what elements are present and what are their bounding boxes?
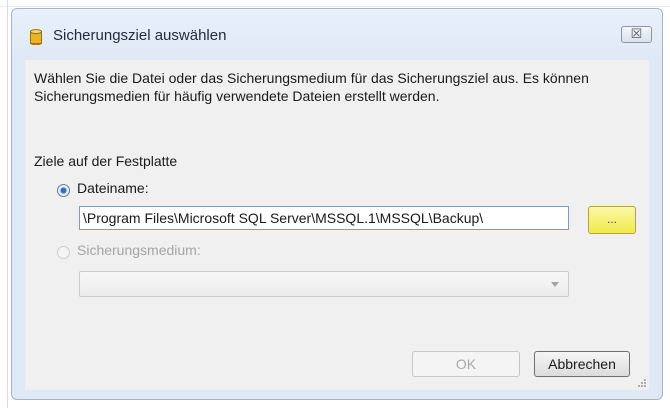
title-bar: Sicherungsziel auswählen ☒ <box>12 9 662 59</box>
chevron-down-icon <box>551 282 559 287</box>
dialog-content: Wählen Sie die Datei oder das Sicherungs… <box>25 60 649 390</box>
radio-file-name-label[interactable]: Dateiname: <box>77 180 149 196</box>
radio-file-name[interactable] <box>57 184 70 197</box>
background-edge-left <box>7 0 8 408</box>
dialog-title: Sicherungsziel auswählen <box>53 27 227 44</box>
database-cylinder-icon <box>30 29 42 45</box>
background-edge-top <box>0 6 670 7</box>
file-path-input[interactable]: \Program Files\Microsoft SQL Server\MSSQ… <box>79 206 569 230</box>
radio-backup-device-label: Sicherungsmedium: <box>77 242 201 258</box>
browse-button[interactable]: ... <box>588 206 636 234</box>
ok-button[interactable]: OK <box>412 351 520 377</box>
close-button[interactable]: ☒ <box>621 26 652 43</box>
browse-button-label: ... <box>606 212 617 226</box>
close-icon: ☒ <box>630 26 643 41</box>
radio-backup-device[interactable] <box>57 246 70 259</box>
dialog-description: Wählen Sie die Datei oder das Sicherungs… <box>34 70 589 104</box>
select-backup-destination-dialog: Sicherungsziel auswählen ☒ Wählen Sie di… <box>11 8 663 400</box>
cancel-button[interactable]: Abbrechen <box>534 351 630 377</box>
resize-grip-icon[interactable] <box>637 378 647 388</box>
backup-device-select[interactable] <box>79 271 569 297</box>
group-label-disk-destinations: Ziele auf der Festplatte <box>34 153 178 169</box>
